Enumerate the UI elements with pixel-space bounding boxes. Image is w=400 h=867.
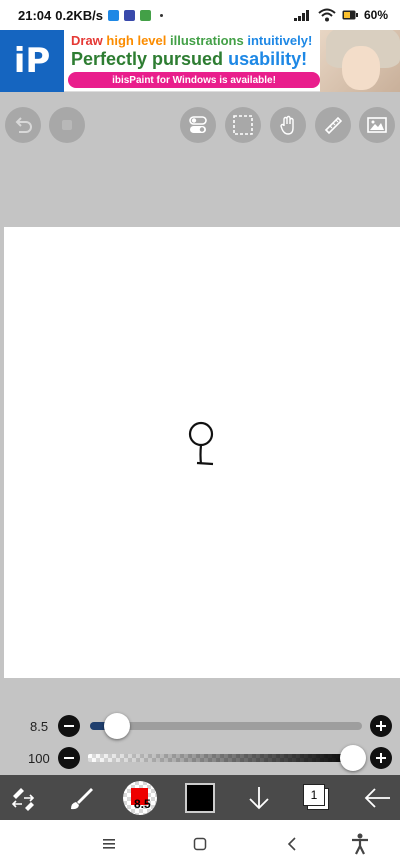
color-button[interactable]	[182, 775, 218, 820]
selection-button[interactable]	[225, 107, 261, 143]
ad-word: illustrations	[170, 33, 244, 48]
hand-icon	[280, 115, 294, 135]
chat-icon	[107, 9, 119, 21]
brush-tool-button[interactable]	[62, 775, 100, 820]
arrow-down-icon	[249, 786, 269, 809]
ad-tagline-a: Perfectly pursued	[71, 49, 224, 69]
layers-icon: 1	[303, 783, 331, 812]
ruler-button[interactable]	[315, 107, 351, 143]
brush-size-slider[interactable]	[90, 722, 362, 730]
redo-button[interactable]	[49, 107, 85, 143]
ad-tagline-b: usability!	[228, 49, 308, 69]
undo-button[interactable]	[5, 107, 41, 143]
image-icon	[367, 117, 387, 133]
plus-icon	[376, 721, 386, 731]
minus-icon	[64, 725, 74, 727]
accessibility-button[interactable]	[345, 820, 375, 867]
system-nav-bar	[0, 820, 400, 867]
toggle-icon	[189, 116, 207, 133]
home-icon	[193, 837, 207, 850]
arrow-down-button[interactable]	[240, 775, 278, 820]
redo-icon	[62, 120, 72, 130]
system-back-button[interactable]	[277, 820, 307, 867]
recent-apps-button[interactable]	[94, 820, 124, 867]
logo-text: iP	[13, 41, 51, 81]
minus-icon	[64, 757, 74, 759]
app-icon	[139, 9, 151, 21]
back-arrow-icon	[364, 787, 390, 808]
brush-preview-button[interactable]: 8.5	[120, 775, 160, 820]
size-decrease-button[interactable]	[58, 715, 80, 737]
color-swatch	[185, 782, 215, 813]
wifi-icon	[318, 8, 336, 22]
menu-icon	[103, 838, 115, 849]
hand-button[interactable]	[270, 107, 306, 143]
back-button[interactable]	[358, 775, 396, 820]
home-button[interactable]	[185, 820, 215, 867]
ad-illustration	[320, 30, 400, 92]
signal-icon	[293, 10, 309, 21]
ad-cta[interactable]: ibisPaint for Windows is available!	[68, 72, 320, 88]
ad-banner[interactable]: iP Draw high level illustrations intuiti…	[0, 30, 400, 92]
toggle-button[interactable]	[180, 107, 216, 143]
bottom-toolbar: 8.5 1	[0, 775, 400, 820]
ruler-icon	[324, 116, 343, 135]
stick-figure-drawing	[188, 421, 214, 466]
status-speed: 0.2KB/s	[55, 7, 103, 23]
selection-icon	[233, 115, 253, 135]
image-button[interactable]	[359, 107, 395, 143]
status-bar: 21:04 0.2KB/s 60%	[0, 0, 400, 30]
plus-icon	[376, 753, 386, 763]
notification-icon	[123, 9, 135, 21]
ad-word: intuitively!	[247, 33, 313, 48]
ad-headline: Draw high level illustrations intuitivel…	[71, 33, 312, 48]
ibispaint-screen: 21:04 0.2KB/s 60% iP Draw high level ill…	[0, 0, 400, 867]
opacity-decrease-button[interactable]	[58, 747, 80, 769]
opacity-value: 100	[28, 751, 50, 766]
undo-icon	[15, 117, 32, 133]
tool-swap-icon	[11, 787, 35, 811]
battery-icon	[342, 10, 358, 20]
brush-size-value: 8.5	[30, 719, 49, 734]
accessibility-icon	[352, 833, 368, 854]
back-icon	[287, 836, 296, 851]
size-increase-button[interactable]	[370, 715, 392, 737]
dot-icon	[159, 13, 163, 17]
layers-button[interactable]: 1	[298, 775, 336, 820]
brush-size-handle[interactable]	[104, 713, 131, 739]
drawing-canvas[interactable]	[4, 227, 400, 678]
brush-preview: 8.5	[123, 780, 157, 815]
ad-tagline: Perfectly pursued usability!	[71, 49, 307, 70]
status-time: 21:04	[18, 7, 52, 23]
ad-word: Draw	[71, 33, 103, 48]
opacity-slider[interactable]	[88, 754, 360, 762]
tool-swap-button[interactable]	[4, 775, 42, 820]
layer-count: 1	[303, 783, 325, 806]
brush-size-label: 8.5	[134, 796, 151, 811]
brush-icon	[71, 787, 93, 809]
battery-level: 60%	[363, 8, 388, 22]
opacity-handle[interactable]	[340, 745, 366, 771]
ad-word: high level	[106, 33, 167, 48]
ibispaint-logo: iP	[0, 30, 64, 92]
opacity-increase-button[interactable]	[370, 747, 392, 769]
